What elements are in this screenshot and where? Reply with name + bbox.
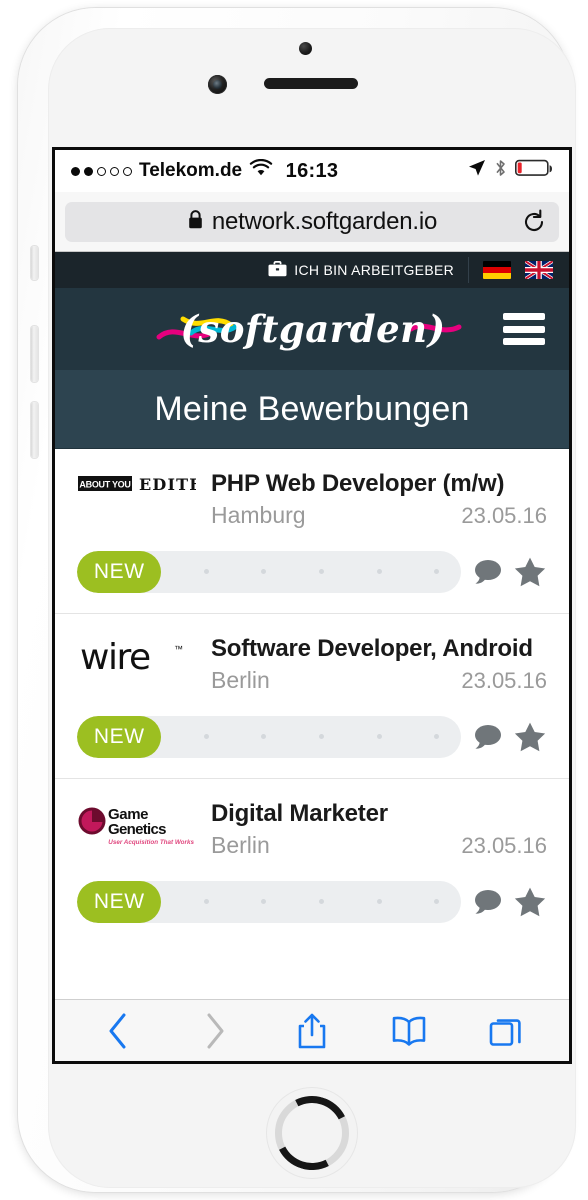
- german-flag[interactable]: [483, 261, 511, 279]
- job-date: 23.05.16: [461, 667, 547, 693]
- url-input[interactable]: network.softgarden.io: [65, 201, 559, 242]
- phone-screen: Telekom.de 16:13 network.softgarden.io I…: [52, 147, 572, 1064]
- site-top-bar: ICH BIN ARBEITGEBER: [55, 252, 569, 288]
- message-bubble-icon[interactable]: [471, 722, 505, 752]
- volume-down-button[interactable]: [31, 402, 38, 458]
- earpiece-speaker: [264, 78, 358, 89]
- svg-text:User Acquisition That Works: User Acquisition That Works: [108, 839, 194, 846]
- reload-icon[interactable]: [521, 209, 547, 235]
- safari-bottom-toolbar: [55, 999, 569, 1061]
- job-date: 23.05.16: [461, 502, 547, 528]
- svg-text:EDITED: EDITED: [139, 475, 196, 494]
- briefcase-icon: [268, 260, 287, 280]
- progress-fill: NEW: [77, 550, 162, 593]
- star-icon[interactable]: [513, 556, 547, 588]
- back-icon[interactable]: [95, 1009, 141, 1053]
- location-arrow-icon: [468, 159, 486, 183]
- battery-low-icon: [515, 159, 553, 183]
- page-title: Meine Bewerbungen: [154, 389, 470, 428]
- employer-link-label: ICH BIN ARBEITGEBER: [294, 262, 454, 278]
- job-title: PHP Web Developer (m/w): [211, 470, 505, 497]
- application-card[interactable]: ABOUT YOU EDITED PHP Web Developer (m/w)…: [55, 449, 569, 614]
- tabs-icon[interactable]: [483, 1009, 529, 1053]
- status-badge: NEW: [93, 889, 145, 913]
- lock-icon: [187, 209, 204, 235]
- employer-link[interactable]: ICH BIN ARBEITGEBER: [268, 260, 468, 280]
- wifi-icon: [249, 158, 273, 183]
- message-bubble-icon[interactable]: [471, 887, 505, 917]
- bluetooth-icon: [494, 158, 507, 184]
- page-title-bar: Meine Bewerbungen: [55, 370, 569, 449]
- status-badge: NEW: [93, 559, 145, 583]
- job-title: Digital Marketer: [211, 799, 388, 827]
- star-icon[interactable]: [513, 886, 547, 918]
- message-bubble-icon[interactable]: [471, 557, 505, 587]
- job-date: 23.05.16: [461, 832, 547, 858]
- job-location: Berlin: [211, 666, 270, 693]
- svg-text:ABOUT YOU: ABOUT YOU: [79, 479, 130, 489]
- forward-icon: [192, 1009, 238, 1053]
- star-icon[interactable]: [513, 721, 547, 753]
- application-card[interactable]: Game Genetics User Acquisition That Work…: [55, 779, 569, 943]
- language-switcher[interactable]: [468, 257, 569, 283]
- bookmarks-icon[interactable]: [386, 1009, 432, 1053]
- signal-strength-icon: [71, 166, 132, 176]
- uk-flag[interactable]: [525, 261, 553, 279]
- job-title: Software Developer, Android: [211, 634, 533, 662]
- application-progress-bar[interactable]: NEW: [77, 715, 461, 758]
- hamburger-menu-icon[interactable]: [503, 313, 545, 345]
- home-button[interactable]: [266, 1087, 358, 1179]
- carrier-label: Telekom.de: [139, 160, 243, 181]
- phone-device-frame: Telekom.de 16:13 network.softgarden.io I…: [18, 8, 576, 1192]
- application-progress-bar[interactable]: NEW: [77, 550, 461, 593]
- aboutyou-edited-logo: ABOUT YOU EDITED: [77, 471, 197, 495]
- job-location: Hamburg: [211, 501, 306, 528]
- softgarden-logo[interactable]: (softgarden): [153, 301, 471, 357]
- gamegenetics-logo: Game Genetics User Acquisition That Work…: [77, 801, 197, 851]
- url-text: network.softgarden.io: [211, 207, 438, 235]
- job-location: Berlin: [211, 831, 270, 858]
- clock-label: 16:13: [285, 159, 339, 182]
- wire-logo: wire ™: [77, 636, 197, 678]
- site-logo-bar: (softgarden): [55, 288, 569, 370]
- applications-list: ABOUT YOU EDITED PHP Web Developer (m/w)…: [55, 449, 569, 943]
- svg-text:wire: wire: [80, 638, 150, 678]
- svg-text:™: ™: [174, 644, 183, 654]
- application-progress-bar[interactable]: NEW: [77, 880, 461, 923]
- silent-switch[interactable]: [31, 246, 38, 280]
- svg-text:Genetics: Genetics: [108, 821, 166, 838]
- progress-fill: NEW: [77, 880, 162, 923]
- application-card[interactable]: wire ™ Software Developer, Android Berli…: [55, 614, 569, 779]
- ios-status-bar: Telekom.de 16:13: [55, 150, 569, 192]
- front-camera-icon: [299, 42, 312, 55]
- status-badge: NEW: [93, 724, 145, 748]
- svg-text:(softgarden): (softgarden): [180, 307, 445, 351]
- safari-address-bar[interactable]: network.softgarden.io: [55, 192, 569, 252]
- proximity-sensor-icon: [208, 75, 227, 94]
- share-icon[interactable]: [289, 1009, 335, 1053]
- volume-up-button[interactable]: [31, 326, 38, 382]
- progress-fill: NEW: [77, 715, 162, 758]
